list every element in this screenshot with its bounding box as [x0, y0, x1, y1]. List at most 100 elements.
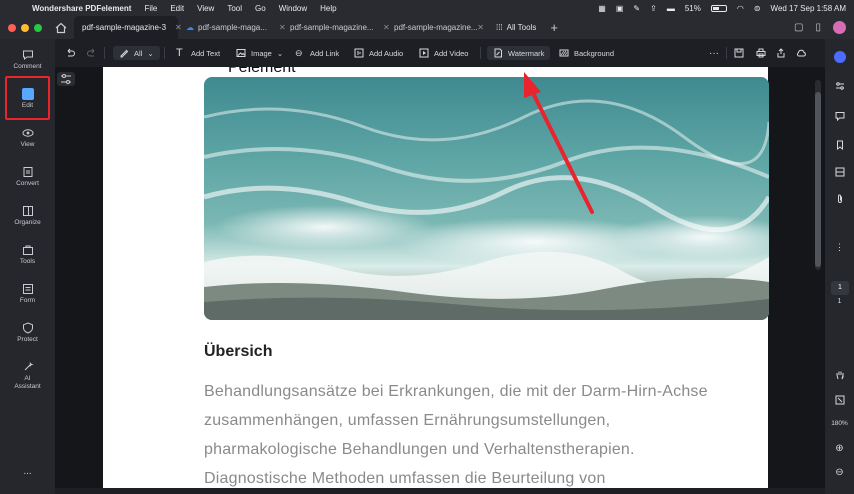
image-label: Image — [251, 48, 272, 58]
video-icon — [419, 48, 429, 58]
filter-settings-button[interactable] — [57, 72, 75, 86]
attachment-icon[interactable] — [825, 194, 854, 204]
edit-all-label: All — [134, 48, 143, 58]
keyboard-status-icon[interactable]: ▬ — [667, 4, 675, 13]
comment-icon — [22, 50, 33, 61]
sidebar-item-protect[interactable]: Protect — [0, 322, 55, 343]
print-icon[interactable] — [756, 46, 766, 60]
page-top-text[interactable]: Pelement — [228, 67, 296, 77]
tab-pdf-sample-magazine-3[interactable]: pdf-sample-magazine-3 — [74, 16, 178, 39]
edit-status-icon[interactable]: ✎ — [633, 4, 640, 13]
pdf-status-icon[interactable]: ▣ — [616, 4, 624, 13]
section-heading[interactable]: Übersich — [204, 343, 272, 361]
tab-bar: pdf-sample-magazine-3 ✕ ☁ pdf-sample-mag… — [0, 16, 854, 39]
home-icon[interactable] — [54, 22, 68, 34]
wifi-icon[interactable]: ◠ — [737, 4, 744, 13]
close-tab-icon[interactable]: ✕ — [175, 23, 182, 32]
phone-icon[interactable]: ▯ — [815, 22, 821, 33]
window-controls — [8, 23, 42, 32]
minimize-window-button[interactable] — [21, 23, 29, 32]
right-more-icon[interactable]: ⋮ — [825, 242, 854, 253]
control-center-icon[interactable]: ⊜ — [754, 4, 761, 13]
hand-tool-icon[interactable] — [825, 370, 854, 380]
sidebar-item-convert[interactable]: Convert — [0, 166, 55, 187]
menu-app-name[interactable]: Wondershare PDFelement — [32, 4, 131, 13]
add-link-button[interactable]: ⊖ Add Link — [295, 46, 339, 60]
ai-chat-icon[interactable] — [825, 51, 854, 65]
notification-icon[interactable]: ▢ — [794, 22, 803, 33]
battery-percent: 51% — [684, 3, 701, 13]
redo-icon — [87, 48, 95, 57]
sidebar-item-organize[interactable]: Organize — [0, 205, 55, 226]
sidebar-item-comment[interactable]: Comment — [0, 49, 55, 70]
bookmark-icon[interactable] — [825, 140, 854, 150]
share-icon[interactable] — [776, 46, 786, 60]
right-panel: ⋮ 1 180% ⊕ ⊖ — [825, 39, 854, 494]
close-tab-icon[interactable]: ✕ — [383, 23, 390, 32]
tab-pdf-sample-magazine-c[interactable]: ✕ pdf-sample-magazine... ✕ — [383, 16, 490, 39]
grid-icon: ⁞⁞⁞ — [496, 23, 503, 32]
cloud-upload-icon[interactable] — [796, 46, 806, 60]
image-dropdown[interactable]: Image ⌄ — [236, 46, 283, 60]
save-icon[interactable] — [734, 46, 744, 60]
current-page-input[interactable]: 1 — [831, 281, 849, 295]
close-tab-icon[interactable]: ✕ — [477, 23, 484, 32]
battery-icon[interactable] — [710, 4, 727, 12]
menu-edit[interactable]: Edit — [170, 4, 184, 13]
sidebar-item-tools[interactable]: Tools — [0, 244, 55, 265]
datetime[interactable]: Wed 17 Sep 1:58 AM — [771, 4, 846, 13]
watermark-button[interactable]: Watermark — [487, 46, 551, 60]
background-button[interactable]: Background — [559, 46, 614, 60]
menu-tool[interactable]: Tool — [227, 4, 242, 13]
redo-button[interactable] — [87, 46, 97, 60]
zoom-out-icon[interactable]: ⊖ — [825, 467, 854, 478]
pdf-page[interactable]: Pelement Übersich Behandlungsansätze bei… — [103, 67, 769, 488]
sidebar-item-form[interactable]: Form — [0, 283, 55, 304]
add-text-label: Add Text — [191, 48, 221, 58]
close-tab-icon[interactable]: ✕ — [279, 23, 286, 32]
thumbnails-icon[interactable] — [825, 167, 854, 177]
all-tools-tab[interactable]: ⁞⁞⁞ All Tools — [496, 23, 536, 32]
toolbar-divider — [164, 47, 165, 59]
edit-all-dropdown[interactable]: All ⌄ — [113, 46, 160, 60]
fit-page-icon[interactable] — [825, 395, 854, 405]
new-tab-button[interactable]: + — [550, 20, 558, 35]
zoom-in-icon[interactable]: ⊕ — [825, 443, 854, 454]
add-video-label: Add Video — [434, 48, 469, 58]
pen-icon — [120, 49, 129, 58]
menu-file[interactable]: File — [144, 4, 157, 13]
audio-icon — [354, 48, 364, 58]
menu-window[interactable]: Window — [279, 4, 307, 13]
undo-button[interactable] — [65, 46, 75, 60]
add-text-button[interactable]: T Add Text — [176, 46, 220, 60]
menu-help[interactable]: Help — [320, 4, 336, 13]
comments-panel-icon[interactable] — [825, 111, 854, 121]
watermark-icon — [494, 48, 502, 58]
close-window-button[interactable] — [8, 23, 16, 32]
more-options-icon[interactable]: ··· — [709, 46, 719, 60]
sidebar-more-button[interactable]: ... — [0, 466, 55, 477]
tab-pdf-sample-maga[interactable]: ✕ ☁ pdf-sample-maga... — [175, 16, 282, 39]
maximize-window-button[interactable] — [34, 23, 42, 32]
avatar[interactable] — [833, 21, 846, 34]
add-audio-button[interactable]: Add Audio — [354, 46, 403, 60]
document-canvas[interactable]: Pelement Übersich Behandlungsansätze bei… — [55, 67, 825, 488]
tab-label: pdf-sample-magazine... — [290, 23, 374, 32]
properties-icon[interactable] — [825, 81, 854, 91]
ocean-wave-image[interactable] — [204, 77, 769, 320]
zoom-level[interactable]: 180% — [825, 420, 854, 427]
body-paragraph[interactable]: Behandlungsansätze bei Erkrankungen, die… — [204, 377, 764, 488]
ocean-wave-picture — [204, 77, 769, 320]
tab-pdf-sample-magazine-b[interactable]: ✕ pdf-sample-magazine... — [279, 16, 386, 39]
toolbar-divider — [104, 47, 105, 59]
sidebar-item-view[interactable]: View — [0, 127, 55, 148]
upload-status-icon[interactable]: ⇪ — [650, 4, 657, 13]
organize-icon — [22, 206, 33, 216]
menu-go[interactable]: Go — [255, 4, 266, 13]
menu-view[interactable]: View — [197, 4, 214, 13]
grid-status-icon[interactable]: ▦ — [598, 4, 606, 13]
sidebar-item-ai-assistant[interactable]: AI Assistant — [0, 361, 55, 391]
vertical-scrollbar-thumb[interactable] — [815, 92, 821, 267]
add-video-button[interactable]: Add Video — [419, 46, 468, 60]
tab-label: pdf-sample-magazine... — [394, 23, 478, 32]
